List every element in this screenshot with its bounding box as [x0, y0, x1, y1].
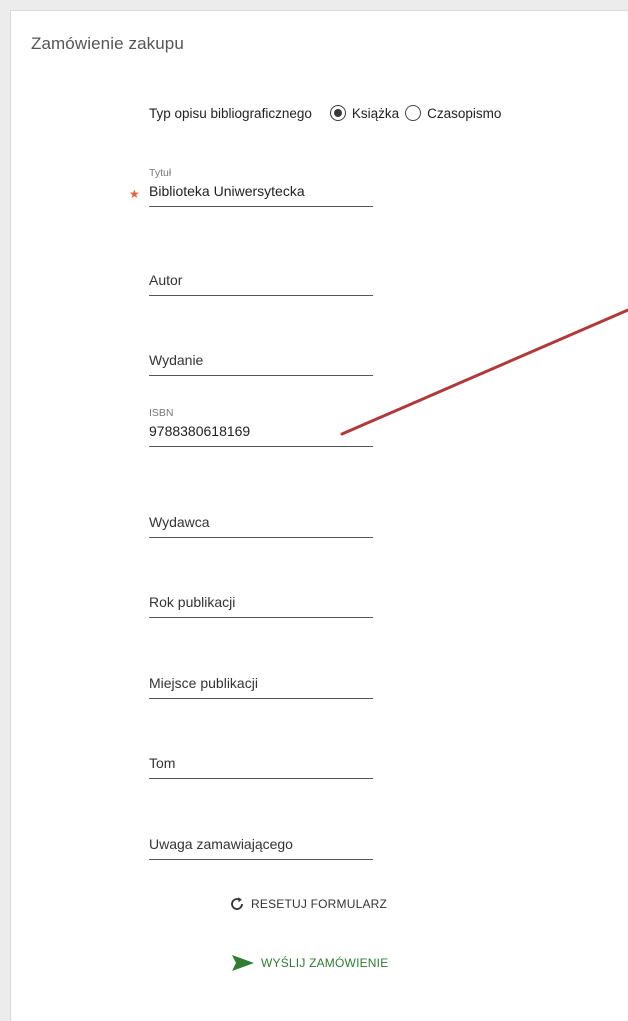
edition-field-label [149, 336, 373, 350]
requester-note-field[interactable]: Uwaga zamawiającego [149, 820, 373, 860]
volume-input[interactable]: Tom [149, 755, 373, 779]
asterisk-icon: ★ [129, 187, 140, 201]
publisher-input[interactable]: Wydawca [149, 514, 373, 538]
submit-order-button[interactable]: WYŚLIJ ZAMÓWIENIE [231, 954, 388, 972]
publication-year-input[interactable]: Rok publikacji [149, 594, 373, 618]
radio-book-circle[interactable] [329, 105, 346, 121]
radio-book[interactable]: Książka [329, 105, 400, 121]
purchase-order-panel: Zamówienie zakupu Typ opisu bibliografic… [10, 10, 628, 1021]
radio-journal-label: Czasopismo [427, 105, 502, 121]
title-field-label: Tytuł [149, 167, 172, 179]
publisher-field-label [149, 498, 373, 512]
requester-note-input[interactable]: Uwaga zamawiającego [149, 836, 373, 860]
radio-journal[interactable]: Czasopismo [405, 105, 501, 121]
refresh-icon [229, 896, 245, 912]
publication-year-field-label [149, 578, 373, 592]
edition-field[interactable]: Wydanie [149, 336, 373, 376]
description-type-row: Typ opisu bibliograficznego Książka Czas… [149, 105, 507, 121]
requester-note-field-label [149, 820, 373, 834]
publisher-field[interactable]: Wydawca [149, 498, 373, 538]
isbn-field[interactable]: ISBN 9788380618169 [149, 407, 373, 447]
publication-place-field[interactable]: Miejsce publikacji [149, 659, 373, 699]
publication-place-input[interactable]: Miejsce publikacji [149, 675, 373, 699]
isbn-field-label: ISBN [149, 407, 174, 419]
author-field-label [149, 256, 373, 270]
publication-place-field-label [149, 659, 373, 673]
title-field[interactable]: ★ Tytuł Biblioteka Uniwersytecka [129, 167, 373, 207]
reset-form-button[interactable]: RESETUJ FORMULARZ [229, 896, 387, 912]
author-input[interactable]: Autor [149, 272, 373, 296]
author-field[interactable]: Autor [149, 256, 373, 296]
page-title: Zamówienie zakupu [31, 34, 184, 53]
radio-journal-circle[interactable] [405, 105, 422, 121]
edition-input[interactable]: Wydanie [149, 352, 373, 376]
volume-field[interactable]: Tom [149, 739, 373, 779]
publication-year-field[interactable]: Rok publikacji [149, 578, 373, 618]
description-type-label: Typ opisu bibliograficznego [149, 105, 312, 121]
volume-field-label [149, 739, 373, 753]
radio-book-label: Książka [351, 105, 400, 121]
send-arrow-icon [231, 954, 255, 972]
title-input[interactable]: Biblioteka Uniwersytecka [149, 183, 373, 207]
reset-form-label: RESETUJ FORMULARZ [251, 897, 388, 911]
isbn-input[interactable]: 9788380618169 [149, 423, 373, 447]
submit-order-label: WYŚLIJ ZAMÓWIENIE [261, 956, 389, 970]
